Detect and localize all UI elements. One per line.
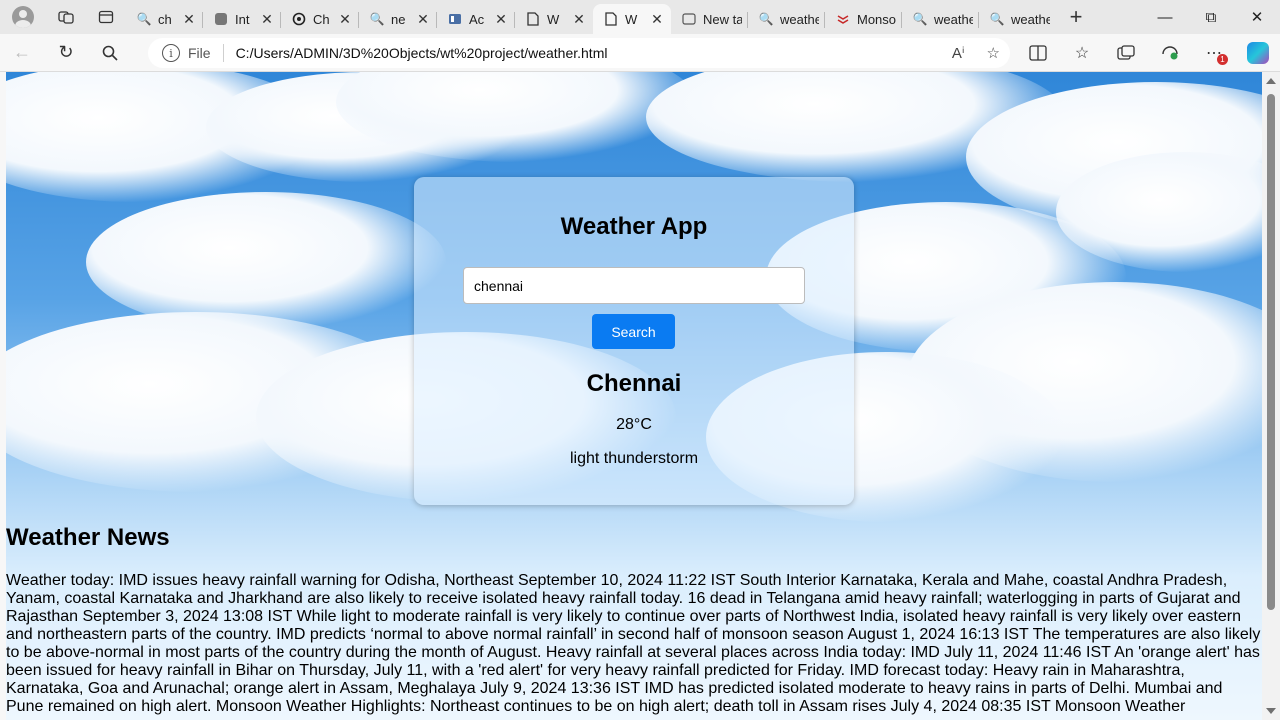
page-scrollbar[interactable] (1262, 72, 1280, 720)
close-icon[interactable]: ✕ (571, 11, 587, 28)
newtab-icon (681, 11, 697, 27)
tab-title: Ac (469, 11, 485, 27)
tab-title: New ta (703, 11, 742, 27)
scrollbar-thumb[interactable] (1267, 94, 1275, 610)
page-icon (525, 11, 541, 27)
search-icon[interactable] (88, 34, 132, 72)
weather-description: light thunderstorm (569, 450, 699, 467)
scroll-up-icon[interactable] (1266, 78, 1276, 84)
window-controls: — ⧉ ✕ (1142, 0, 1280, 34)
tab-new-tab[interactable]: New ta (671, 4, 748, 34)
tab-ac[interactable]: Ac ✕ (437, 4, 515, 34)
address-bar[interactable]: i File C:/Users/ADMIN/3D%20Objects/wt%20… (148, 38, 1010, 68)
app-title: Weather App (560, 213, 708, 240)
news-text: Weather today: IMD issues heavy rainfall… (6, 572, 1261, 715)
favorite-star-icon[interactable]: ☆ (987, 44, 1000, 62)
temperature: 28°C (616, 416, 652, 433)
tab-title: ne (391, 11, 406, 27)
workspaces-icon[interactable] (46, 0, 86, 34)
close-window-icon[interactable]: ✕ (1234, 0, 1280, 34)
tab-title: W (625, 11, 638, 27)
city-name: Chennai (586, 370, 682, 397)
tab-int[interactable]: Int ✕ (203, 4, 281, 34)
close-icon[interactable]: ✕ (259, 11, 275, 28)
search-icon: 🔍 (136, 12, 152, 26)
settings-more-icon[interactable]: ⋯ 1 (1192, 34, 1236, 72)
page-icon (213, 11, 229, 27)
page-icon (603, 11, 619, 27)
tab-search-ch[interactable]: 🔍 ch ✕ (126, 4, 203, 34)
tab-chatgpt[interactable]: Ch ✕ (281, 4, 359, 34)
toolbar-buttons: ☆ ⋯ 1 (1016, 34, 1280, 72)
copilot-icon[interactable] (1236, 34, 1280, 72)
address-bar-actions: Aⁱ ☆ (952, 38, 1000, 68)
search-icon: 🔍 (989, 12, 1005, 26)
tab-weather-active[interactable]: W ✕ (593, 4, 671, 34)
back-icon[interactable]: ← (0, 34, 44, 72)
tab-title: Monso (857, 11, 896, 27)
close-icon[interactable]: ✕ (181, 11, 197, 28)
search-button[interactable]: Search (592, 314, 675, 349)
tab-title: weathe (780, 11, 819, 27)
read-aloud-icon[interactable]: Aⁱ (952, 44, 965, 62)
tab-title: ch (158, 11, 172, 27)
profile-avatar-icon (12, 6, 34, 28)
browser-toolbar: ← ↻ i File C:/Users/ADMIN/3D%20Objects/w… (0, 34, 1280, 72)
refresh-icon[interactable]: ↻ (44, 34, 88, 72)
site-info-icon[interactable]: i (162, 44, 180, 62)
browser-tab-strip: 🔍 ch ✕ Int ✕ Ch ✕ 🔍 ne ✕ Ac ✕ W ✕ W ✕ Ne… (0, 0, 1280, 34)
split-screen-icon[interactable] (1016, 34, 1060, 72)
city-search-input[interactable] (463, 267, 805, 304)
openai-icon (291, 11, 307, 27)
tab-title: Int (235, 11, 250, 27)
favorites-icon[interactable]: ☆ (1060, 34, 1104, 72)
weather-card: Weather App Search Chennai 28°C light th… (414, 177, 854, 505)
notification-badge: 1 (1217, 54, 1228, 65)
news-heading: Weather News (6, 524, 170, 551)
tab-title: weathe (934, 11, 973, 27)
close-icon[interactable]: ✕ (415, 11, 431, 28)
collections-icon[interactable] (1104, 34, 1148, 72)
close-icon[interactable]: ✕ (649, 11, 665, 28)
search-icon: 🔍 (369, 12, 385, 26)
minimize-icon[interactable]: — (1142, 0, 1188, 34)
tab-actions-icon[interactable] (86, 0, 126, 34)
tab-search-ne[interactable]: 🔍 ne ✕ (359, 4, 437, 34)
browser-essentials-icon[interactable] (1148, 34, 1192, 72)
search-icon: 🔍 (758, 12, 774, 26)
page-viewport: Weather App Search Chennai 28°C light th… (6, 72, 1262, 720)
tab-title: W (547, 11, 560, 27)
scroll-down-icon[interactable] (1266, 708, 1276, 714)
url-text[interactable]: C:/Users/ADMIN/3D%20Objects/wt%20project… (236, 45, 608, 61)
profile-button[interactable] (0, 0, 46, 34)
tab-weather-1[interactable]: W ✕ (515, 4, 593, 34)
tab-search-weather-1[interactable]: 🔍 weathe (748, 4, 825, 34)
book-icon (447, 11, 463, 27)
tab-title: Ch (313, 11, 330, 27)
close-icon[interactable]: ✕ (337, 11, 353, 28)
close-icon[interactable]: ✕ (493, 11, 509, 28)
new-tab-button[interactable]: + (1056, 0, 1096, 34)
restore-icon[interactable]: ⧉ (1188, 0, 1234, 34)
file-label: File (188, 44, 224, 62)
search-icon: 🔍 (912, 12, 928, 26)
tab-monsoon[interactable]: Monso (825, 4, 902, 34)
tab-search-weather-2[interactable]: 🔍 weathe (902, 4, 979, 34)
tab-search-weather-3[interactable]: 🔍 weathe (979, 4, 1056, 34)
tab-list: 🔍 ch ✕ Int ✕ Ch ✕ 🔍 ne ✕ Ac ✕ W ✕ W ✕ Ne… (126, 0, 1056, 34)
tab-title: weathe (1011, 11, 1050, 27)
monsoon-icon (835, 11, 851, 27)
